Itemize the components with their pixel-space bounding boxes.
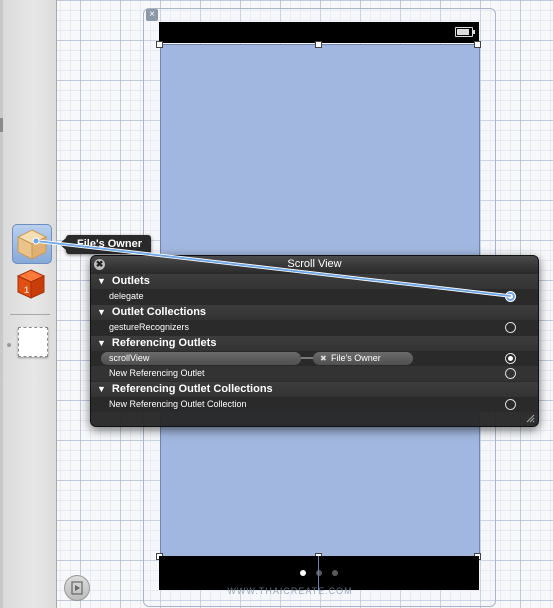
- watermark: WWW.THAICREATE.COM: [227, 586, 353, 596]
- outlet-row-gesture-recognizers: gestureRecognizers: [91, 320, 538, 335]
- connections-hud: ✖ Scroll View ▼ Outlets delegate ▼ Outlet …: [90, 255, 539, 427]
- hud-title-bar[interactable]: ✖ Scroll View: [91, 256, 538, 273]
- files-owner-cube-icon: [16, 229, 48, 260]
- new-referencing-outlet-label: New Referencing Outlet: [109, 368, 205, 378]
- resize-handle-top-right[interactable]: [474, 41, 481, 48]
- view-object-icon[interactable]: [18, 327, 48, 357]
- status-bar: [159, 22, 479, 43]
- outlet-name: gestureRecognizers: [109, 322, 190, 332]
- section-label: Referencing Outlets: [111, 337, 217, 349]
- section-label: Outlet Collections: [111, 306, 207, 318]
- resize-handle-top-middle[interactable]: [315, 41, 322, 48]
- section-outlet-collections[interactable]: ▼ Outlet Collections: [91, 304, 538, 320]
- resize-handle-top-left[interactable]: [156, 41, 163, 48]
- first-responder-object[interactable]: 1: [16, 268, 46, 300]
- section-outlets[interactable]: ▼ Outlets: [91, 273, 538, 289]
- object-dock: 1: [0, 0, 57, 608]
- files-owner-tooltip: File's Owner: [59, 235, 151, 254]
- page-indicator-dot-3[interactable]: [332, 570, 338, 576]
- page-indicator-dot-2[interactable]: [316, 570, 322, 576]
- hud-title: Scroll View: [287, 258, 342, 270]
- files-owner-object[interactable]: [12, 224, 52, 264]
- section-label: Outlets: [111, 275, 150, 287]
- new-referencing-outlet-collection-label: New Referencing Outlet Collection: [109, 399, 247, 409]
- connection-circle[interactable]: [505, 368, 516, 379]
- new-referencing-outlet-row: New Referencing Outlet: [91, 366, 538, 381]
- new-referencing-outlet-collection-row: New Referencing Outlet Collection: [91, 397, 538, 412]
- page-indicator-dot-1[interactable]: [300, 570, 306, 576]
- dock-edge: [0, 0, 3, 608]
- resize-grip-icon[interactable]: [526, 414, 535, 423]
- disclosure-triangle-icon[interactable]: ▼: [97, 276, 106, 286]
- remove-connection-icon[interactable]: ✖: [320, 352, 327, 365]
- target-pill[interactable]: ✖ File's Owner: [313, 352, 413, 365]
- section-referencing-outlets[interactable]: ▼ Referencing Outlets: [91, 335, 538, 351]
- disclosure-triangle-icon[interactable]: ▼: [97, 307, 106, 317]
- play-toggle-glyph: [71, 581, 83, 595]
- dock-collapse-handle[interactable]: [0, 118, 3, 132]
- outlet-name: scrollView: [109, 353, 150, 363]
- target-name: File's Owner: [331, 353, 381, 363]
- center-alignment-guide: [318, 556, 319, 590]
- outlet-pill[interactable]: scrollView: [101, 352, 301, 365]
- connection-circle[interactable]: [505, 399, 516, 410]
- dock-disclosure-dot[interactable]: [7, 343, 11, 347]
- disclosure-triangle-icon[interactable]: ▼: [97, 384, 106, 394]
- connection-circle[interactable]: [505, 353, 516, 364]
- dock-separator: [10, 314, 50, 315]
- svg-text:1: 1: [24, 285, 29, 295]
- connection-circle[interactable]: [505, 291, 516, 302]
- first-responder-cube-icon: 1: [16, 269, 46, 299]
- connection-circle[interactable]: [505, 322, 516, 333]
- connection-link: [301, 357, 313, 359]
- referencing-outlet-row-scrollview: scrollView ✖ File's Owner: [91, 351, 538, 366]
- bottom-bar: [159, 556, 479, 590]
- outlet-row-delegate: delegate: [91, 289, 538, 304]
- canvas-close-icon[interactable]: ×: [146, 9, 158, 21]
- outlet-name: delegate: [109, 291, 144, 301]
- section-referencing-outlet-collections[interactable]: ▼ Referencing Outlet Collections: [91, 381, 538, 397]
- disclosure-triangle-icon[interactable]: ▼: [97, 338, 106, 348]
- play-toggle-icon[interactable]: [64, 575, 90, 601]
- battery-icon: [455, 27, 475, 37]
- section-label: Referencing Outlet Collections: [111, 383, 273, 395]
